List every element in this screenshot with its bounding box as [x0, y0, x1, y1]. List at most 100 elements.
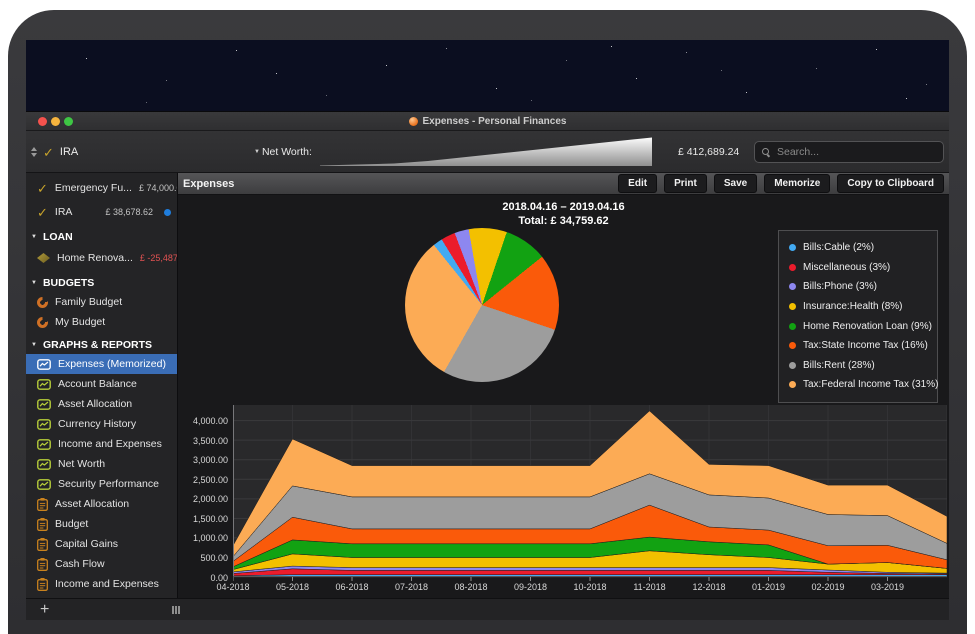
main-panel: Expenses Edit Print Save Memorize Copy to Cl… [178, 173, 949, 598]
y-axis-label: 0.00 [178, 573, 228, 583]
check-icon: ✓ [37, 206, 48, 219]
diamond-icon [37, 253, 50, 263]
search-input[interactable] [775, 145, 936, 159]
sidebar-item-label: My Budget [55, 316, 105, 328]
report-title-block: 2018.04.16 – 2019.04.16 Total: £ 34,759.… [178, 200, 949, 228]
x-axis-label: 08-2018 [445, 582, 497, 592]
legend-color-dot [789, 283, 796, 290]
legend-color-dot [789, 362, 796, 369]
legend-color-dot [789, 244, 796, 251]
legend-item-bills-phone: Bills:Phone (3%) [779, 277, 937, 297]
sidebar-resize-handle[interactable] [172, 606, 180, 614]
sidebar-section-title: LOAN [43, 231, 73, 243]
networth-widget[interactable]: ▼ Net Worth: £ 412,689.24 [254, 131, 739, 173]
report-icon [37, 498, 48, 511]
legend-item-bills-rent: Bills:Rent (28%) [779, 356, 937, 376]
sidebar-section-title: BUDGETS [43, 277, 94, 289]
legend-item-tax-state-income-tax: Tax:State Income Tax (16%) [779, 336, 937, 356]
sidebar-item-emergency-fu[interactable]: ✓Emergency Fu...£ 74,000.00 [26, 176, 177, 200]
y-axis-label: 4,000.00 [178, 416, 228, 426]
sidebar-item-account-balance[interactable]: Account Balance [26, 374, 177, 394]
sidebar-section-budgets[interactable]: ▼BUDGETS [26, 270, 177, 292]
sidebar-item-my-budget[interactable]: My Budget [26, 312, 177, 332]
legend-color-dot [789, 323, 796, 330]
sidebar-item-home-renova[interactable]: Home Renova...£ -25,487.82 [26, 246, 177, 270]
stepper-icon[interactable] [31, 147, 37, 157]
sidebar-item-label: IRA [55, 206, 73, 218]
close-button[interactable] [38, 117, 47, 126]
legend-label: Bills:Phone (3%) [803, 281, 877, 292]
report-total: Total: £ 34,759.62 [178, 214, 949, 228]
graph-icon [37, 459, 51, 470]
add-account-button[interactable]: + [40, 600, 49, 620]
sidebar-item-cash-flow[interactable]: Cash Flow [26, 554, 177, 574]
sidebar-item-family-budget[interactable]: Family Budget [26, 292, 177, 312]
expenses-pie-chart[interactable] [405, 228, 559, 382]
sidebar-item-label: Family Budget [55, 296, 122, 308]
sidebar-item-label: Security Performance [58, 478, 159, 490]
disclosure-triangle-icon[interactable]: ▼ [254, 149, 260, 155]
legend-item-bills-cable: Bills:Cable (2%) [779, 238, 937, 258]
x-axis-label: 06-2018 [326, 582, 378, 592]
x-axis-label: 10-2018 [564, 582, 616, 592]
app-window: Expenses - Personal Finances ✓ IRA ▼ Net… [26, 112, 949, 620]
legend-color-dot [789, 342, 796, 349]
x-axis-label: 07-2018 [386, 582, 438, 592]
sidebar-item-label: Asset Allocation [58, 398, 132, 410]
account-selector[interactable]: ✓ IRA [31, 131, 78, 173]
sidebar-item-label: Home Renova... [57, 252, 133, 264]
disclosure-triangle-icon: ▼ [31, 234, 37, 240]
sidebar-section-graphs-reports[interactable]: ▼GRAPHS & REPORTS [26, 332, 177, 354]
graph-icon [37, 379, 51, 390]
sidebar-item-label: Expenses (Memorized) [58, 358, 166, 370]
minimize-button[interactable] [51, 117, 60, 126]
expenses-area-chart: 0.00500.001,000.001,500.002,000.002,500.… [178, 398, 949, 598]
sidebar-item-expenses-memorized[interactable]: Expenses (Memorized) [26, 354, 177, 374]
sidebar-item-asset-allocation[interactable]: Asset Allocation [26, 494, 177, 514]
save-button[interactable]: Save [714, 174, 757, 193]
sidebar-item-net-worth[interactable]: Net Worth [26, 454, 177, 474]
search-icon [762, 148, 770, 156]
sidebar-item-income-and-expenses[interactable]: Income and Expenses [26, 434, 177, 454]
legend-color-dot [789, 264, 796, 271]
memorize-button[interactable]: Memorize [764, 174, 830, 193]
networth-amount: £ 412,689.24 [678, 146, 739, 158]
report-title: Expenses [183, 178, 234, 190]
legend-label: Insurance:Health (8%) [803, 301, 903, 312]
legend-item-insurance-health: Insurance:Health (8%) [779, 297, 937, 317]
sidebar-item-income-and-expenses[interactable]: Income and Expenses [26, 574, 177, 594]
report-icon [37, 538, 48, 551]
sidebar-item-label: Capital Gains [55, 538, 118, 550]
x-axis-label: 04-2018 [207, 582, 259, 592]
legend-color-dot [789, 381, 796, 388]
sidebar-item-security-performance[interactable]: Security Performance [26, 474, 177, 494]
zoom-button[interactable] [64, 117, 73, 126]
legend-label: Bills:Cable (2%) [803, 242, 874, 253]
window-title-wrap: Expenses - Personal Finances [26, 112, 949, 130]
desktop-background: Expenses - Personal Finances ✓ IRA ▼ Net… [26, 40, 949, 620]
sidebar: ✓Emergency Fu...£ 74,000.00✓IRA£ 38,678.… [26, 173, 178, 598]
x-axis-label: 05-2018 [267, 582, 319, 592]
sidebar-section-loan[interactable]: ▼ LOAN [26, 224, 177, 246]
legend-item-home-renovation-loan: Home Renovation Loan (9%) [779, 316, 937, 336]
sidebar-item-label: Net Worth [58, 458, 105, 470]
account-balance: £ 74,000.00 [139, 183, 178, 193]
sidebar-item-ira[interactable]: ✓IRA£ 38,678.62 [26, 200, 177, 224]
sidebar-item-capital-gains[interactable]: Capital Gains [26, 534, 177, 554]
report-date-range: 2018.04.16 – 2019.04.16 [178, 200, 949, 214]
y-axis-label: 1,000.00 [178, 533, 228, 543]
sidebar-item-label: Budget [55, 518, 88, 530]
sidebar-item-label: Income and Expenses [58, 438, 162, 450]
sidebar-item-budget[interactable]: Budget [26, 514, 177, 534]
legend-label: Miscellaneous (3%) [803, 262, 890, 273]
sidebar-item-asset-allocation[interactable]: Asset Allocation [26, 394, 177, 414]
x-axis-label: 02-2019 [802, 582, 854, 592]
copy-to-clipboard-button[interactable]: Copy to Clipboard [837, 174, 944, 193]
y-axis-label: 3,500.00 [178, 436, 228, 446]
print-button[interactable]: Print [664, 174, 707, 193]
search-box[interactable] [754, 141, 944, 163]
sidebar-item-currency-history[interactable]: Currency History [26, 414, 177, 434]
sidebar-item-label: Account Balance [58, 378, 137, 390]
edit-button[interactable]: Edit [618, 174, 657, 193]
report-area: 2018.04.16 – 2019.04.16 Total: £ 34,759.… [178, 195, 949, 598]
